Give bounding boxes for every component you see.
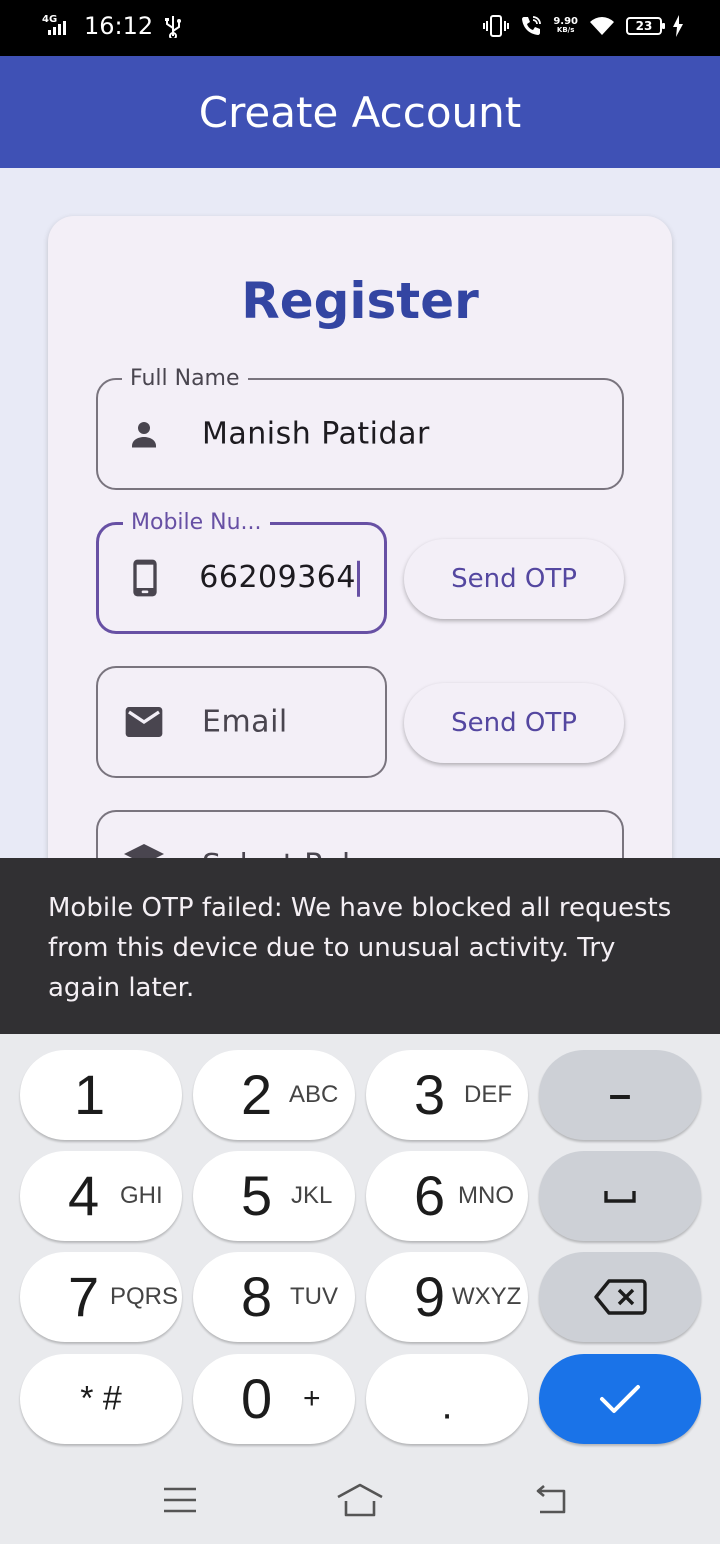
cellular-signal-icon: 4G bbox=[42, 13, 74, 39]
full-name-field[interactable]: Full Name Manish Patidar bbox=[96, 366, 624, 490]
key-5[interactable]: 5 JKL bbox=[193, 1151, 355, 1241]
back-nav-button[interactable] bbox=[524, 1480, 574, 1520]
status-right: 9.90 KB/s 23 bbox=[483, 14, 684, 38]
clock: 16:12 bbox=[84, 12, 154, 40]
email-field[interactable]: Email bbox=[96, 666, 387, 778]
home-icon bbox=[337, 1483, 383, 1517]
wifi-calling-icon bbox=[522, 16, 542, 35]
mobile-number-field[interactable]: Mobile Nu... 266209364 bbox=[96, 510, 387, 634]
home-nav-button[interactable] bbox=[335, 1480, 385, 1520]
send-otp-mobile-button[interactable]: Send OTP bbox=[404, 539, 624, 619]
system-navigation-bar bbox=[0, 1462, 720, 1544]
key-1[interactable]: 1 bbox=[20, 1050, 182, 1140]
checkmark-icon bbox=[600, 1385, 640, 1413]
full-name-value: Manish Patidar bbox=[202, 416, 430, 452]
status-left: 4G 16:12 bbox=[42, 12, 183, 40]
key-space[interactable] bbox=[539, 1151, 701, 1241]
numeric-keyboard: 1 2 ABC 3 DEF – 4 GHI 5 JKL 6 MNO 7 PQRS… bbox=[0, 1034, 720, 1462]
menu-nav-button[interactable] bbox=[155, 1480, 205, 1520]
space-icon bbox=[604, 1191, 636, 1203]
app-bar-title: Create Account bbox=[198, 87, 522, 137]
wifi-icon bbox=[590, 17, 614, 35]
key-done[interactable] bbox=[539, 1354, 701, 1444]
backspace-icon bbox=[594, 1279, 647, 1315]
smartphone-icon bbox=[125, 558, 165, 598]
key-backspace[interactable] bbox=[539, 1252, 701, 1342]
full-name-label: Full Name bbox=[122, 366, 248, 391]
mobile-number-value: 266209364 bbox=[199, 560, 360, 597]
send-otp-email-button[interactable]: Send OTP bbox=[404, 683, 624, 763]
back-icon bbox=[536, 1485, 566, 1514]
key-minus[interactable]: – bbox=[539, 1050, 701, 1140]
register-title: Register bbox=[241, 272, 479, 330]
snackbar: Mobile OTP failed: We have blocked all r… bbox=[0, 858, 720, 1034]
vibrate-icon bbox=[483, 15, 510, 37]
key-9[interactable]: 9 WXYZ bbox=[366, 1252, 528, 1342]
person-icon bbox=[124, 414, 164, 454]
email-placeholder: Email bbox=[202, 704, 288, 740]
text-cursor bbox=[357, 560, 360, 597]
key-8[interactable]: 8 TUV bbox=[193, 1252, 355, 1342]
key-2[interactable]: 2 ABC bbox=[193, 1050, 355, 1140]
app-bar: Create Account bbox=[0, 56, 720, 168]
snackbar-message: Mobile OTP failed: We have blocked all r… bbox=[48, 893, 672, 1003]
key-0[interactable]: 0 + bbox=[193, 1354, 355, 1444]
key-star-hash[interactable]: * # bbox=[20, 1354, 182, 1444]
mail-icon bbox=[124, 702, 164, 742]
usb-icon bbox=[165, 16, 182, 38]
key-7[interactable]: 7 PQRS bbox=[20, 1252, 182, 1342]
menu-icon bbox=[164, 1487, 196, 1513]
key-6[interactable]: 6 MNO bbox=[366, 1151, 528, 1241]
battery-icon: 23 bbox=[626, 17, 665, 35]
key-dot[interactable]: . bbox=[366, 1354, 528, 1444]
mobile-number-text-area: 266209364 bbox=[199, 525, 360, 631]
charging-icon bbox=[673, 15, 683, 37]
key-4[interactable]: 4 GHI bbox=[20, 1151, 182, 1241]
status-bar: 4G 16:12 9.90 KB/s 23 bbox=[0, 0, 720, 56]
network-speed: 9.90 KB/s bbox=[553, 16, 578, 35]
key-3[interactable]: 3 DEF bbox=[366, 1050, 528, 1140]
